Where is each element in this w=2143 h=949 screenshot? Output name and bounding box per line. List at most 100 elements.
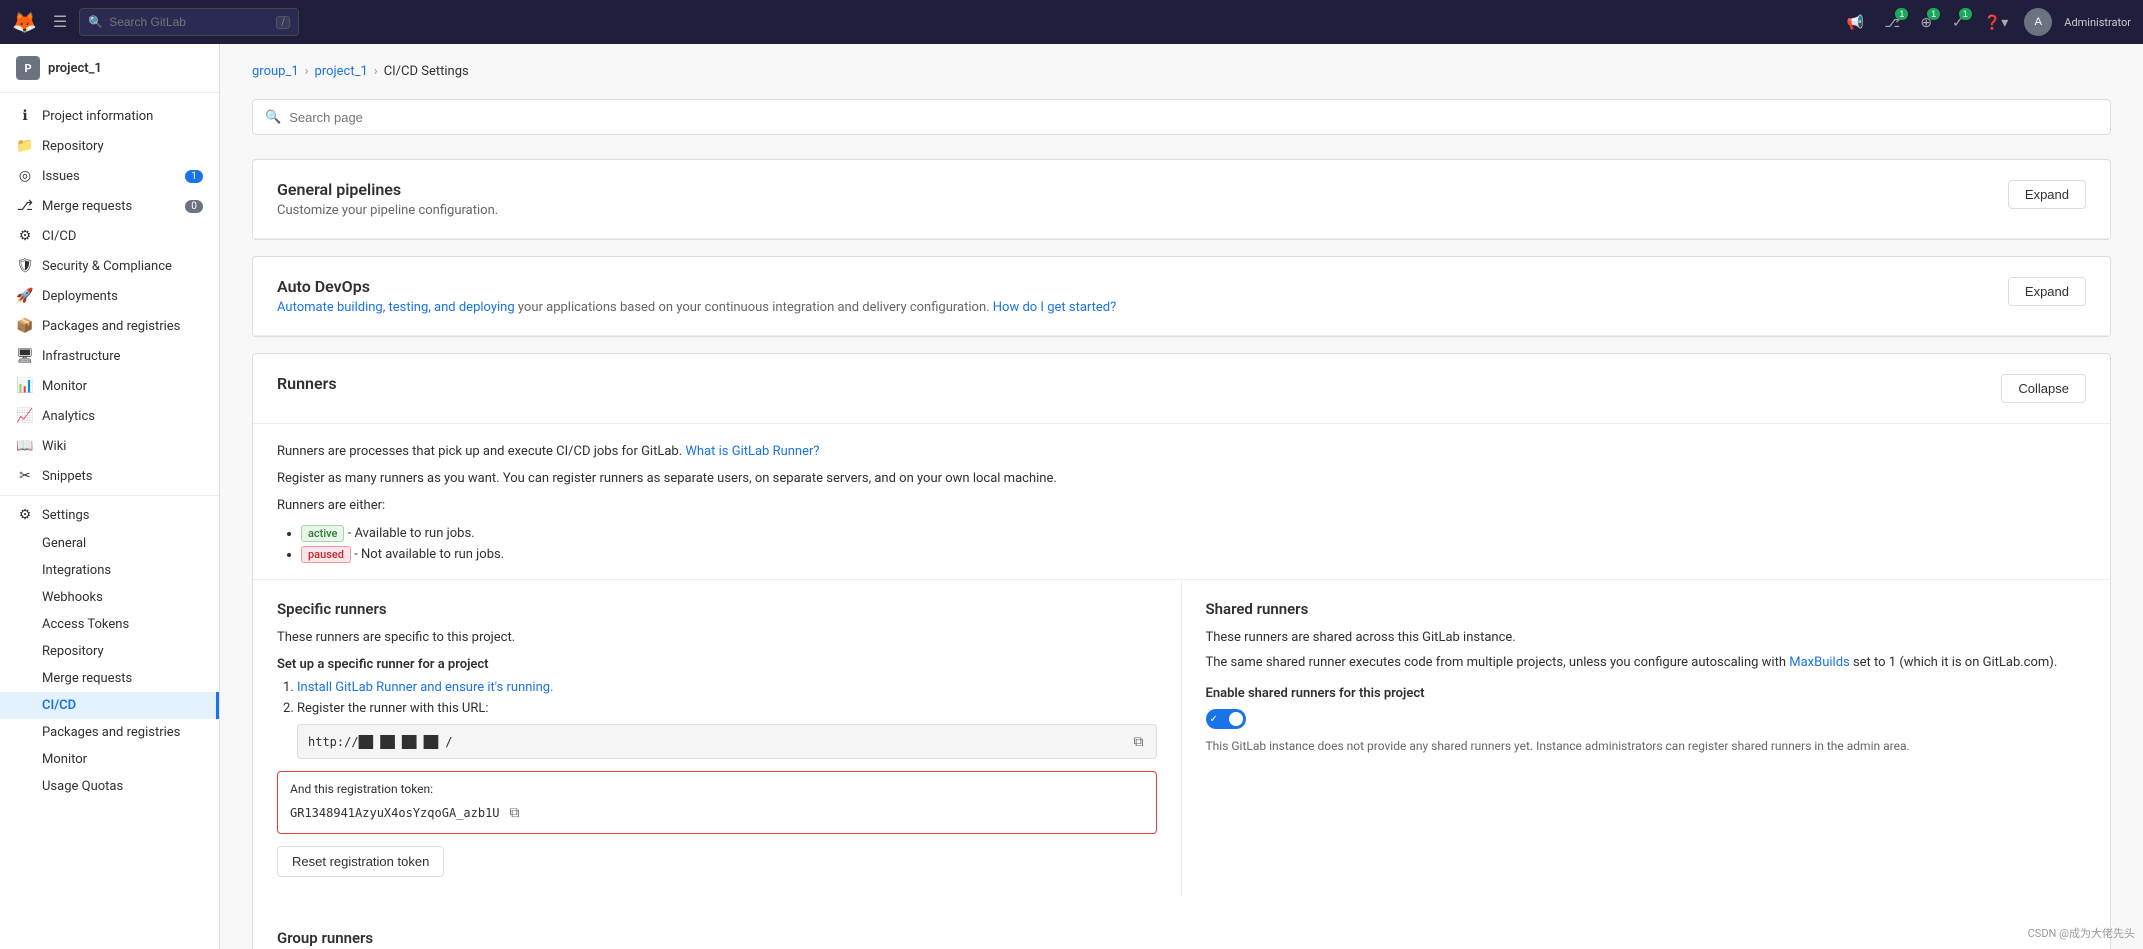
- shared-runners-desc1: These runners are shared across this Git…: [1206, 630, 2087, 645]
- sidebar-sub-integrations[interactable]: Integrations: [0, 557, 219, 584]
- install-runner-link[interactable]: Install GitLab Runner and ensure it's ru…: [297, 680, 554, 695]
- auto-devops-title: Auto DevOps: [277, 277, 1116, 296]
- sidebar-divider: [0, 495, 219, 496]
- project-name: project_1: [48, 61, 102, 76]
- runners-section: Runners Collapse Runners are processes t…: [252, 353, 2111, 949]
- general-pipelines-expand-button[interactable]: Expand: [2008, 180, 2086, 209]
- broadcast-button[interactable]: 📢: [1843, 10, 1868, 35]
- runners-title: Runners: [277, 374, 337, 393]
- sidebar-sub-webhooks[interactable]: Webhooks: [0, 584, 219, 611]
- sidebar-item-analytics[interactable]: 📈 Analytics: [0, 401, 219, 431]
- breadcrumb-current: CI/CD Settings: [384, 64, 469, 79]
- sidebar-item-wiki[interactable]: 📖 Wiki: [0, 431, 219, 461]
- breadcrumb-project[interactable]: project_1: [315, 64, 368, 79]
- shared-runners-desc2: The same shared runner executes code fro…: [1206, 655, 2087, 670]
- token-box: And this registration token: GR1348941Az…: [277, 771, 1157, 834]
- toggle-check-icon: ✓: [1210, 714, 1218, 725]
- sidebar-item-project-info[interactable]: ℹ Project information: [0, 101, 219, 131]
- snippets-icon: ✂: [16, 468, 34, 484]
- enable-shared-runners-label: Enable shared runners for this project: [1206, 686, 2087, 701]
- token-value: GR1348941AzyuX4osYzqoGA_azb1U: [290, 806, 500, 820]
- autodevops-desc-middle: your applications based on your continuo…: [515, 300, 993, 315]
- navbar-icons: 📢 ⎇1 ⊕1 ✓1 ❓▾ A Administrator: [1843, 8, 2131, 36]
- sidebar-item-merge-requests[interactable]: ⎇ Merge requests 0: [0, 191, 219, 221]
- enable-shared-runners-toggle[interactable]: ✓: [1206, 709, 1246, 729]
- gitlab-logo: 🦊: [12, 10, 37, 34]
- sidebar-item-snippets[interactable]: ✂ Snippets: [0, 461, 219, 491]
- token-value-row: GR1348941AzyuX4osYzqoGA_azb1U ⧉: [290, 802, 1144, 823]
- token-label: And this registration token:: [290, 782, 1144, 796]
- sidebar-item-deployments[interactable]: 🚀 Deployments: [0, 281, 219, 311]
- sidebar-sub-packages[interactable]: Packages and registries: [0, 719, 219, 746]
- sidebar-item-packages[interactable]: 📦 Packages and registries: [0, 311, 219, 341]
- project-info-icon: ℹ: [16, 108, 34, 124]
- shared-runners-col: Shared runners These runners are shared …: [1182, 580, 2111, 897]
- runners-body: Runners are processes that pick up and e…: [253, 424, 2110, 563]
- paused-badge: paused: [301, 546, 351, 563]
- runners-active-item: active - Available to run jobs.: [301, 525, 2086, 542]
- runners-collapse-button[interactable]: Collapse: [2001, 374, 2086, 403]
- search-bar: 🔍 /: [79, 8, 299, 36]
- breadcrumb-sep-2: ›: [374, 64, 378, 79]
- page-search-bar: 🔍: [252, 99, 2111, 135]
- autodevops-help-link[interactable]: How do I get started?: [993, 300, 1116, 315]
- hamburger-button[interactable]: ☰: [49, 8, 71, 36]
- sidebar-item-label: Project information: [42, 109, 153, 124]
- shared-runners-warning: This GitLab instance does not provide an…: [1206, 739, 2087, 753]
- auto-devops-expand-button[interactable]: Expand: [2008, 277, 2086, 306]
- copy-token-button[interactable]: ⧉: [508, 802, 522, 823]
- paused-desc: - Not available to run jobs.: [354, 547, 504, 562]
- page-search-input[interactable]: [289, 110, 2098, 125]
- sidebar-sub-cicd[interactable]: CI/CD: [0, 692, 219, 719]
- copy-url-button[interactable]: ⧉: [1132, 731, 1146, 752]
- sub-repository-label: Repository: [42, 644, 104, 659]
- sidebar-item-label: Settings: [42, 508, 89, 523]
- user-avatar-button[interactable]: A: [2024, 8, 2052, 36]
- sub-monitor-label: Monitor: [42, 752, 87, 767]
- repository-icon: 📁: [16, 138, 34, 154]
- sidebar-item-label: Infrastructure: [42, 349, 120, 364]
- sub-access-tokens-label: Access Tokens: [42, 617, 129, 632]
- sidebar-sub-access-tokens[interactable]: Access Tokens: [0, 611, 219, 638]
- sidebar-item-monitor[interactable]: 📊 Monitor: [0, 371, 219, 401]
- sidebar-item-security[interactable]: 🛡 Security & Compliance: [0, 251, 219, 281]
- security-icon: 🛡: [16, 258, 34, 274]
- maxbuilds-link[interactable]: MaxBuilds: [1789, 655, 1850, 670]
- sidebar-item-label: Monitor: [42, 379, 87, 394]
- what-is-runner-link[interactable]: What is GitLab Runner?: [685, 444, 819, 459]
- breadcrumb-group[interactable]: group_1: [252, 64, 299, 79]
- search-input[interactable]: [109, 15, 270, 29]
- sidebar-sub-general[interactable]: General: [0, 530, 219, 557]
- sidebar-sub-usage-quotas[interactable]: Usage Quotas: [0, 773, 219, 800]
- help-button[interactable]: ❓▾: [1980, 10, 2012, 35]
- general-pipelines-title: General pipelines: [277, 180, 498, 199]
- issues-badge: 1: [185, 170, 203, 183]
- sidebar-item-issues[interactable]: ◎ Issues 1: [0, 161, 219, 191]
- runners-paused-item: paused - Not available to run jobs.: [301, 546, 2086, 563]
- runner-url-box: http://██ ██ ██ ██ / ⧉: [297, 724, 1157, 759]
- sidebar-sub-monitor[interactable]: Monitor: [0, 746, 219, 773]
- issues-nav-button[interactable]: ⊕1: [1916, 10, 1936, 35]
- general-pipelines-desc: Customize your pipeline configuration.: [277, 203, 498, 218]
- sidebar-item-settings[interactable]: ⚙ Settings: [0, 500, 219, 530]
- sidebar-item-label: Security & Compliance: [42, 259, 172, 274]
- page-search-icon: 🔍: [265, 110, 281, 125]
- sidebar-sub-repository[interactable]: Repository: [0, 638, 219, 665]
- sub-usage-quotas-label: Usage Quotas: [42, 779, 123, 794]
- slash-key-badge: /: [276, 16, 290, 29]
- todo-nav-button[interactable]: ✓1: [1948, 10, 1968, 35]
- search-icon: 🔍: [88, 15, 103, 29]
- runners-columns: Specific runners These runners are speci…: [253, 579, 2110, 897]
- auto-devops-header: Auto DevOps Automate building, testing, …: [253, 257, 2110, 336]
- autodevops-link[interactable]: Automate building, testing, and deployin…: [277, 300, 515, 315]
- sub-merge-requests-label: Merge requests: [42, 671, 132, 686]
- sidebar-item-label: Wiki: [42, 439, 66, 454]
- sidebar-item-infrastructure[interactable]: 🖥 Infrastructure: [0, 341, 219, 371]
- sidebar-sub-merge-requests[interactable]: Merge requests: [0, 665, 219, 692]
- setup-step-2: Register the runner with this URL: http:…: [297, 701, 1157, 759]
- sidebar-item-repository[interactable]: 📁 Repository: [0, 131, 219, 161]
- reset-registration-token-button[interactable]: Reset registration token: [277, 846, 444, 877]
- project-header[interactable]: P project_1: [0, 44, 219, 93]
- sidebar-item-cicd[interactable]: ⚙ CI/CD: [0, 221, 219, 251]
- merge-request-nav-button[interactable]: ⎇1: [1880, 10, 1904, 35]
